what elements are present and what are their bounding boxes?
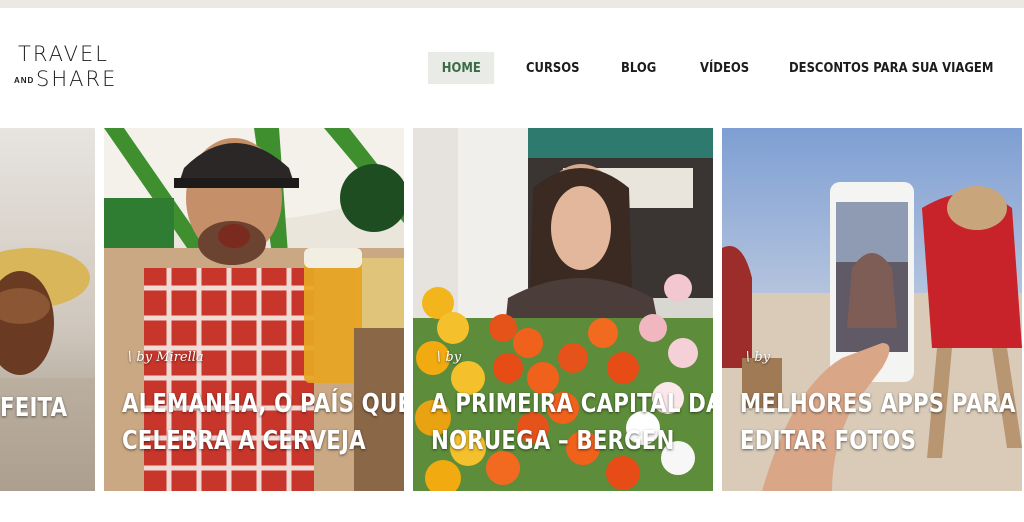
- logo-and: AND: [14, 76, 35, 85]
- top-bar: [0, 0, 1024, 8]
- logo-share: SHARE: [36, 67, 118, 91]
- post-card-alemanha[interactable]: ∖ by Mirella ALEMANHA, O PAÍS QUE CELEBR…: [104, 128, 404, 491]
- post-title-line1: ALEMANHA, O PAÍS QUE: [122, 389, 404, 419]
- nav-videos[interactable]: VÍDEOS: [700, 52, 749, 84]
- post-title-line1: MELHORES APPS PARA: [740, 389, 1016, 419]
- post-title: FEITA: [0, 393, 68, 423]
- nav-home[interactable]: HOME: [428, 52, 495, 84]
- post-card-bergen[interactable]: ∖ by A PRIMEIRA CAPITAL DA NORUEGA – BER…: [413, 128, 713, 491]
- post-title-line2: NORUEGA – BERGEN: [431, 426, 675, 456]
- nav-cursos[interactable]: CURSOS: [526, 52, 579, 84]
- post-image-dessert: [0, 128, 95, 491]
- nav-descontos[interactable]: DESCONTOS PARA SUA VIAGEM: [789, 52, 993, 84]
- post-byline: ∖ by: [742, 350, 771, 365]
- nav-blog[interactable]: BLOG: [621, 52, 656, 84]
- post-title-line1: A PRIMEIRA CAPITAL DA: [431, 389, 713, 419]
- post-title-line2: EDITAR FOTOS: [740, 426, 917, 456]
- post-card-partial[interactable]: FEITA: [0, 128, 95, 491]
- site-logo[interactable]: TRAVEL AND SHARE: [14, 42, 134, 98]
- logo-travel: TRAVEL: [18, 42, 109, 66]
- post-title-line2: CELEBRA A CERVEJA: [122, 426, 366, 456]
- post-card-apps[interactable]: ∖ by MELHORES APPS PARA EDITAR FOTOS: [722, 128, 1022, 491]
- post-byline: ∖ by: [433, 350, 462, 365]
- post-byline: ∖ by Mirella: [124, 350, 204, 365]
